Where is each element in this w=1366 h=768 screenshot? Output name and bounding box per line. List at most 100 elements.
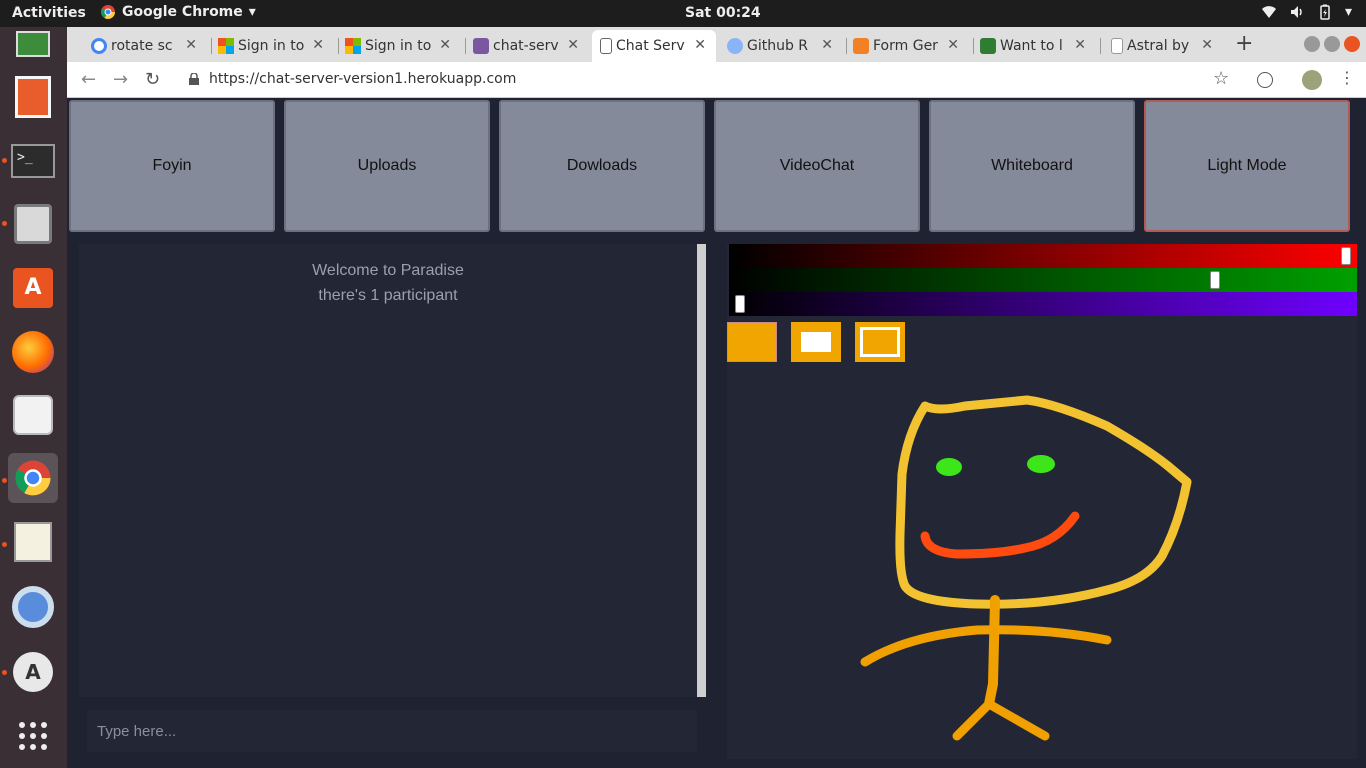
browser-tab[interactable]: Sign in to ✕ — [214, 30, 334, 62]
sketch-mouth — [920, 511, 1080, 559]
lock-icon[interactable] — [189, 73, 199, 85]
nav-button-whiteboard[interactable]: Whiteboard — [929, 100, 1135, 232]
tab-title: Sign in to — [365, 38, 432, 54]
text-editor-icon[interactable] — [8, 517, 58, 567]
nav-button-videochat[interactable]: VideoChat — [714, 100, 920, 232]
close-icon[interactable]: ✕ — [567, 37, 579, 53]
microsoft-icon — [218, 38, 234, 54]
app-menu[interactable]: Google Chrome ▾ — [100, 4, 256, 20]
system-tray[interactable]: ▾ — [1261, 4, 1352, 20]
forward-icon[interactable]: → — [113, 69, 128, 90]
close-icon[interactable]: ✕ — [1074, 37, 1086, 53]
tab-divider — [338, 38, 339, 54]
browser-tab[interactable]: Form Ger ✕ — [849, 30, 969, 62]
dock: >_ A A — [0, 27, 67, 768]
google-icon — [91, 38, 107, 54]
browser-tab[interactable]: Sign in to ✕ — [341, 30, 461, 62]
tab-title: Chat Serv — [616, 38, 685, 54]
updater-app-icon[interactable]: A — [8, 647, 58, 697]
maximize-button[interactable] — [1324, 36, 1340, 52]
presentation-app-icon[interactable] — [8, 72, 58, 122]
browser-tab-active[interactable]: Chat Serv ✕ — [592, 30, 716, 62]
sketch-right-eye — [1027, 455, 1055, 473]
android-icon — [980, 38, 996, 54]
chat-messages-panel: Welcome to Paradise there's 1 participan… — [79, 244, 697, 697]
browser-tab[interactable]: rotate sc ✕ — [87, 30, 207, 62]
tab-divider — [973, 38, 974, 54]
reload-icon[interactable]: ↻ — [145, 69, 160, 90]
whiteboard-panel — [727, 244, 1357, 759]
close-icon[interactable]: ✕ — [439, 37, 451, 53]
tab-title: rotate sc — [111, 38, 173, 54]
tab-divider — [211, 38, 212, 54]
welcome-message: Welcome to Paradise — [312, 262, 464, 279]
page-icon — [600, 38, 612, 54]
close-icon[interactable]: ✕ — [821, 37, 833, 53]
close-icon[interactable]: ✕ — [1201, 37, 1213, 53]
system-top-bar: Activities Google Chrome ▾ Sat 00:24 ▾ — [0, 0, 1366, 27]
minimize-button[interactable] — [1304, 36, 1320, 52]
nav-button-foyin[interactable]: Foyin — [69, 100, 275, 232]
participant-count: there's 1 participant — [318, 287, 458, 304]
close-icon[interactable]: ✕ — [694, 37, 706, 53]
grid-icon — [19, 722, 47, 750]
address-bar-row: ← → ↻ https://chat-server-version1.herok… — [67, 62, 1366, 98]
browser-tab[interactable]: Github R ✕ — [723, 30, 843, 62]
terminal-app-icon[interactable]: >_ — [8, 136, 58, 186]
clock[interactable]: Sat 00:24 — [685, 5, 761, 21]
form-icon — [853, 38, 869, 54]
browser-tab[interactable]: chat-serv ✕ — [469, 30, 589, 62]
close-icon[interactable]: ✕ — [185, 37, 197, 53]
extension-icon[interactable] — [1257, 72, 1273, 88]
chat-welcome: Welcome to Paradise there's 1 participan… — [79, 258, 697, 308]
close-icon[interactable]: ✕ — [947, 37, 959, 53]
tab-title: Sign in to — [238, 38, 305, 54]
tab-strip: rotate sc ✕ Sign in to ✕ Sign in to ✕ chat-… — [67, 27, 1366, 62]
browser-tab[interactable]: Astral by ✕ — [1103, 30, 1223, 62]
running-indicator — [2, 542, 7, 547]
running-indicator — [2, 158, 7, 163]
close-icon[interactable]: ✕ — [312, 37, 324, 53]
chat-message-input[interactable] — [87, 710, 697, 752]
sketch-right-leg — [984, 699, 1050, 741]
nav-button-uploads[interactable]: Uploads — [284, 100, 490, 232]
close-window-button[interactable] — [1344, 36, 1360, 52]
tab-title: Astral by — [1127, 38, 1190, 54]
nav-button-downloads[interactable]: Dowloads — [499, 100, 705, 232]
heroku-icon — [473, 38, 489, 54]
wifi-icon — [1261, 6, 1276, 18]
url-field[interactable]: https://chat-server-version1.herokuapp.c… — [209, 71, 516, 87]
browser-tab[interactable]: Want to l ✕ — [976, 30, 1096, 62]
chrome-icon — [100, 5, 115, 19]
sketch-left-leg — [952, 699, 994, 741]
nav-button-light-mode[interactable]: Light Mode — [1144, 100, 1350, 232]
chromium-app-icon[interactable] — [8, 582, 58, 632]
files-app-icon[interactable] — [8, 199, 58, 249]
chat-app-page: Foyin Uploads Dowloads VideoChat Whitebo… — [67, 98, 1366, 768]
show-applications-icon[interactable] — [8, 711, 58, 761]
kebab-menu-icon[interactable]: ⋮ — [1339, 68, 1355, 87]
tab-title: chat-serv — [493, 38, 559, 54]
chrome-app-icon[interactable] — [8, 453, 58, 503]
avatar[interactable] — [1302, 70, 1322, 90]
sketch-arms — [860, 625, 1112, 667]
back-icon[interactable]: ← — [81, 69, 96, 90]
drawing-canvas[interactable] — [727, 244, 1357, 759]
bookmark-star-icon[interactable]: ☆ — [1213, 68, 1229, 89]
tab-title: Want to l — [1000, 38, 1063, 54]
tab-divider — [465, 38, 466, 54]
spreadsheet-app-icon[interactable] — [8, 19, 58, 69]
chevron-down-icon: ▾ — [1344, 4, 1352, 20]
sketch-body — [984, 595, 1000, 709]
page-icon — [1111, 38, 1123, 54]
new-tab-button[interactable]: + — [1235, 31, 1253, 56]
software-center-icon[interactable]: A — [8, 263, 58, 313]
tab-divider — [1100, 38, 1101, 54]
document-viewer-icon[interactable] — [8, 390, 58, 440]
tab-divider — [846, 38, 847, 54]
chrome-icon — [15, 460, 51, 496]
firefox-app-icon[interactable] — [8, 327, 58, 377]
volume-icon — [1290, 6, 1302, 18]
tab-title: Form Ger — [873, 38, 938, 54]
chat-scrollbar[interactable] — [697, 244, 706, 697]
